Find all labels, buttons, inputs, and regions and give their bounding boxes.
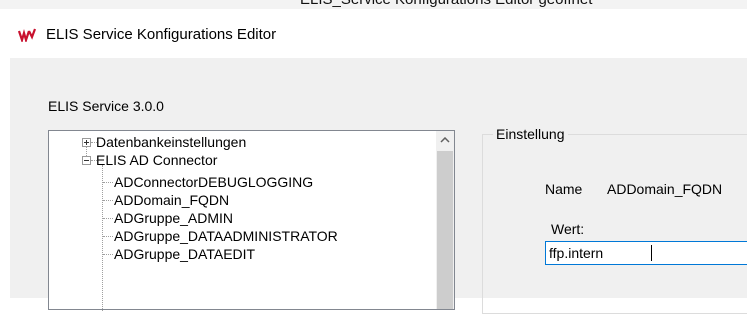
title-bar: ELIS Service Konfigurations Editor [0, 9, 747, 58]
chevron-up-icon [440, 137, 450, 143]
editor-panel: ELIS Service 3.0.0 Datenbankeinstellunge… [10, 58, 747, 314]
elis-app-icon [17, 28, 37, 42]
partial-top-caption: ELIS_Service Konfigurations Editor geöff… [0, 0, 747, 9]
setting-name-label: Name [545, 181, 583, 197]
settings-caption: Einstellung [493, 126, 568, 142]
settings-groupbox [482, 134, 747, 314]
config-tree[interactable]: Datenbankeinstellungen ELIS AD Connector… [48, 130, 455, 311]
partial-top-text: ELIS_Service Konfigurations Editor geöff… [300, 0, 592, 8]
collapse-elis-ad-connector-icon[interactable] [82, 156, 91, 165]
text-caret [651, 245, 652, 261]
window-title: ELIS Service Konfigurations Editor [46, 26, 277, 43]
tree-node-adgruppe-admin[interactable]: ADGruppe_ADMIN [114, 209, 233, 227]
tree-node-elis-ad-connector[interactable]: ELIS AD Connector [96, 151, 217, 169]
expand-datenbankeinstellungen-icon[interactable] [82, 138, 91, 147]
setting-value-input[interactable] [545, 241, 747, 265]
tree-node-adgruppe-dataedit[interactable]: ADGruppe_DATAEDIT [114, 245, 255, 263]
tree-node-adconnectordebuglogging[interactable]: ADConnectorDEBUGLOGGING [114, 173, 313, 191]
setting-name-value: ADDomain_FQDN [607, 181, 723, 197]
setting-value-label: Wert: [551, 221, 585, 237]
tree-node-addomain-fqdn[interactable]: ADDomain_FQDN [114, 191, 229, 209]
scroll-thumb[interactable] [437, 151, 453, 309]
tree-node-datenbankeinstellungen[interactable]: Datenbankeinstellungen [96, 133, 246, 151]
version-label: ELIS Service 3.0.0 [48, 98, 164, 114]
tree-node-adgruppe-dataadministrator[interactable]: ADGruppe_DATAADMINISTRATOR [114, 227, 338, 245]
tree-scrollbar[interactable] [436, 131, 454, 309]
scroll-up-button[interactable] [436, 131, 454, 151]
